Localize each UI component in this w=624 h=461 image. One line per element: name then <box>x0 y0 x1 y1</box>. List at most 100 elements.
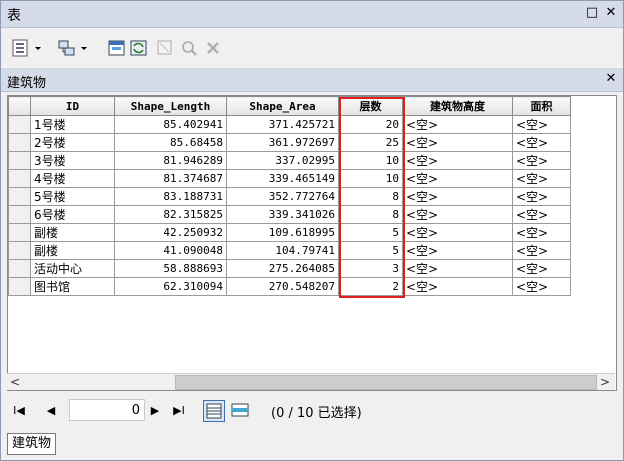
table-cell[interactable]: 3 <box>338 259 403 278</box>
table-cell[interactable]: 6号楼 <box>30 205 115 224</box>
column-header[interactable]: 面积 <box>512 96 571 116</box>
table-cell[interactable]: <空> <box>402 259 513 278</box>
row-selector-header[interactable] <box>8 96 31 116</box>
delete-selected-icon[interactable] <box>203 38 223 58</box>
table-cell[interactable]: 83.188731 <box>114 187 227 206</box>
row-selector[interactable] <box>8 223 31 242</box>
table-cell[interactable]: <空> <box>512 115 571 134</box>
row-selector[interactable] <box>8 241 31 260</box>
next-record-button[interactable]: ▶ <box>147 403 163 419</box>
row-selector[interactable] <box>8 187 31 206</box>
table-cell[interactable]: 10 <box>338 169 403 188</box>
row-selector[interactable] <box>8 277 31 296</box>
table-cell[interactable]: <空> <box>402 187 513 206</box>
table-cell[interactable]: 270.548207 <box>226 277 339 296</box>
table-cell[interactable]: <空> <box>402 169 513 188</box>
table-cell[interactable]: 62.310094 <box>114 277 227 296</box>
table-bottom-tab[interactable]: 建筑物 <box>7 433 57 455</box>
row-selector[interactable] <box>8 115 31 134</box>
table-row[interactable]: 2号楼 85.68458 361.972697 25 <空> <空> <box>8 133 571 152</box>
table-cell[interactable]: <空> <box>512 169 571 188</box>
table-cell[interactable]: 图书馆 <box>30 277 115 296</box>
close-table-button[interactable]: ✕ <box>604 72 618 86</box>
table-cell[interactable]: 41.090048 <box>114 241 227 260</box>
restore-button[interactable]: □ <box>585 6 599 20</box>
table-cell[interactable]: 58.888693 <box>114 259 227 278</box>
column-header[interactable]: 建筑物高度 <box>402 96 513 116</box>
table-cell[interactable]: 25 <box>338 133 403 152</box>
table-cell[interactable]: 275.264085 <box>226 259 339 278</box>
column-header[interactable]: Shape_Area <box>226 96 339 116</box>
row-selector[interactable] <box>8 205 31 224</box>
table-cell[interactable]: 1号楼 <box>30 115 115 134</box>
previous-record-button[interactable]: ◀ <box>43 403 59 419</box>
table-cell[interactable]: 361.972697 <box>226 133 339 152</box>
table-cell[interactable]: 10 <box>338 151 403 170</box>
table-cell[interactable]: 82.315825 <box>114 205 227 224</box>
table-cell[interactable]: <空> <box>512 187 571 206</box>
table-cell[interactable]: <空> <box>402 133 513 152</box>
switch-selection-icon[interactable] <box>129 38 149 58</box>
table-cell[interactable]: 活动中心 <box>30 259 115 278</box>
column-header[interactable]: 层数 <box>338 96 403 116</box>
table-cell[interactable]: 109.618995 <box>226 223 339 242</box>
table-cell[interactable]: 42.250932 <box>114 223 227 242</box>
table-cell[interactable]: 85.68458 <box>114 133 227 152</box>
table-cell[interactable]: <空> <box>512 223 571 242</box>
table-cell[interactable]: 5 <box>338 223 403 242</box>
table-cell[interactable]: 5号楼 <box>30 187 115 206</box>
show-selected-records-icon[interactable] <box>229 400 251 422</box>
chevron-down-icon[interactable] <box>33 38 43 58</box>
table-row[interactable]: 副楼 41.090048 104.79741 5 <空> <空> <box>8 241 571 260</box>
scrollbar-thumb[interactable] <box>175 375 597 390</box>
select-by-attributes-icon[interactable] <box>107 38 127 58</box>
table-cell[interactable]: <空> <box>512 241 571 260</box>
column-header[interactable]: Shape_Length <box>114 96 227 116</box>
table-cell[interactable]: 20 <box>338 115 403 134</box>
table-cell[interactable]: 371.425721 <box>226 115 339 134</box>
table-cell[interactable]: <空> <box>402 223 513 242</box>
row-selector[interactable] <box>8 151 31 170</box>
table-cell[interactable]: <空> <box>512 259 571 278</box>
table-cell[interactable]: <空> <box>512 205 571 224</box>
horizontal-scrollbar[interactable]: < > <box>7 373 615 390</box>
table-cell[interactable]: 2 <box>338 277 403 296</box>
table-cell[interactable]: <空> <box>512 133 571 152</box>
close-window-button[interactable]: ✕ <box>604 6 618 20</box>
table-row[interactable]: 3号楼 81.946289 337.02995 10 <空> <空> <box>8 151 571 170</box>
table-row[interactable]: 活动中心 58.888693 275.264085 3 <空> <空> <box>8 259 571 278</box>
table-cell[interactable]: 5 <box>338 241 403 260</box>
table-row[interactable]: 4号楼 81.374687 339.465149 10 <空> <空> <box>8 169 571 188</box>
table-cell[interactable]: 337.02995 <box>226 151 339 170</box>
table-cell[interactable]: 副楼 <box>30 241 115 260</box>
row-selector[interactable] <box>8 133 31 152</box>
table-cell[interactable]: 8 <box>338 205 403 224</box>
table-cell[interactable]: <空> <box>512 277 571 296</box>
show-all-records-icon[interactable] <box>203 400 225 422</box>
table-cell[interactable]: 8 <box>338 187 403 206</box>
row-selector[interactable] <box>8 169 31 188</box>
last-record-button[interactable]: ▶I <box>171 403 187 419</box>
table-cell[interactable]: <空> <box>402 151 513 170</box>
table-cell[interactable]: 3号楼 <box>30 151 115 170</box>
table-row[interactable]: 5号楼 83.188731 352.772764 8 <空> <空> <box>8 187 571 206</box>
record-number-input[interactable]: 0 <box>69 399 145 421</box>
row-selector[interactable] <box>8 259 31 278</box>
scroll-right-arrow-icon[interactable]: > <box>597 374 613 390</box>
table-cell[interactable]: 339.341026 <box>226 205 339 224</box>
table-cell[interactable]: 81.946289 <box>114 151 227 170</box>
table-cell[interactable]: <空> <box>402 115 513 134</box>
table-cell[interactable]: <空> <box>402 241 513 260</box>
table-row[interactable]: 6号楼 82.315825 339.341026 8 <空> <空> <box>8 205 571 224</box>
table-cell[interactable]: 副楼 <box>30 223 115 242</box>
table-row[interactable]: 1号楼 85.402941 371.425721 20 <空> <空> <box>8 115 571 134</box>
table-cell[interactable]: 2号楼 <box>30 133 115 152</box>
clear-selection-icon[interactable] <box>155 38 175 58</box>
table-cell[interactable]: 352.772764 <box>226 187 339 206</box>
table-cell[interactable]: <空> <box>402 205 513 224</box>
table-cell[interactable]: <空> <box>402 277 513 296</box>
table-options-icon[interactable] <box>11 38 31 58</box>
table-cell[interactable]: 85.402941 <box>114 115 227 134</box>
scroll-left-arrow-icon[interactable]: < <box>7 374 23 390</box>
table-row[interactable]: 图书馆 62.310094 270.548207 2 <空> <空> <box>8 277 571 296</box>
